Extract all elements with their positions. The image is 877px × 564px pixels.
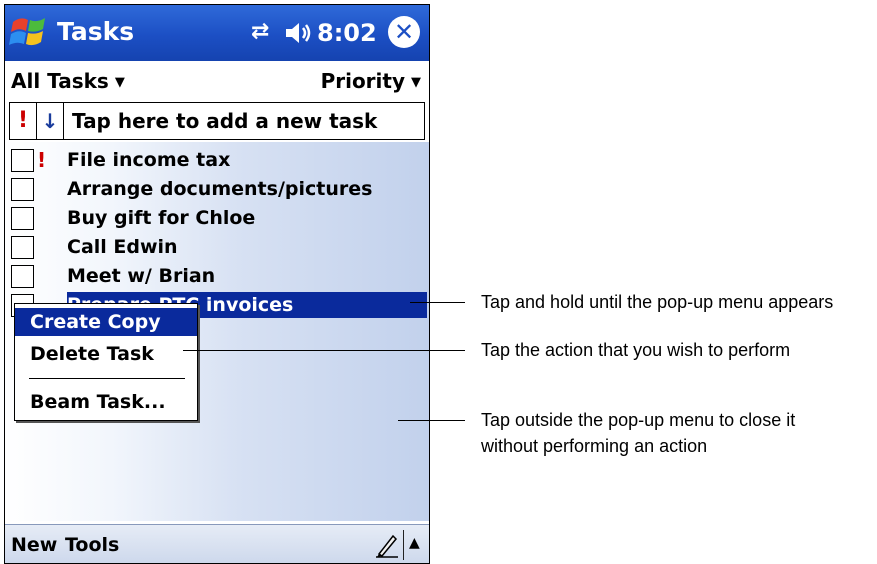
list-item[interactable]: Call Edwin [5,233,429,262]
sort-dropdown[interactable]: Priority ▼ [321,68,421,96]
chevron-down-icon: ▼ [114,75,125,90]
sip-divider [403,530,404,560]
callout-tap-hold: Tap and hold until the pop-up menu appea… [481,292,834,312]
context-menu: Create Copy Delete Task Beam Task... [14,303,198,421]
list-item[interactable]: Arrange documents/pictures [5,175,429,204]
task-checkbox[interactable] [11,236,34,259]
tools-menu[interactable]: Tools [65,533,119,557]
entry-bar: ! ↓ Tap here to add a new task [9,102,425,140]
sip-up-arrow-icon[interactable]: ▲ [409,533,420,553]
menu-item-delete-task[interactable]: Delete Task [15,340,197,368]
title-bar: Tasks ⇄ 8:02 ✕ [5,5,429,61]
callout-leader-line [183,350,465,351]
menu-item-beam-task[interactable]: Beam Task... [15,388,197,416]
category-filter-label: All Tasks [11,69,109,93]
menu-divider [29,378,185,379]
task-checkbox[interactable] [11,149,34,172]
callout-tap-outside-line1: Tap outside the pop-up menu to close it [481,410,796,430]
callout-leader-line [410,302,465,303]
close-icon[interactable]: ✕ [388,16,420,48]
high-priority-icon: ! [37,148,47,172]
task-label[interactable]: Meet w/ Brian [67,263,215,289]
new-menu[interactable]: New [11,533,57,557]
category-filter-dropdown[interactable]: All Tasks ▼ [11,68,125,96]
callout-tap-outside-line2: without performing an action [481,436,708,456]
filter-bar: All Tasks ▼ Priority ▼ [5,61,429,101]
pen-input-icon[interactable] [375,532,399,558]
chevron-down-icon: ▼ [411,75,421,90]
task-checkbox[interactable] [11,207,34,230]
sort-order-button[interactable]: ↓ [37,103,64,139]
task-checkbox[interactable] [11,265,34,288]
speaker-volume-icon[interactable] [284,19,314,47]
task-label[interactable]: Buy gift for Chloe [67,205,255,231]
connectivity-arrows-icon[interactable]: ⇄ [251,19,269,45]
new-task-input[interactable]: Tap here to add a new task [72,107,377,135]
callout-leader-line [398,420,465,421]
list-item[interactable]: Meet w/ Brian [5,262,429,291]
task-checkbox[interactable] [11,178,34,201]
list-item[interactable]: Buy gift for Chloe [5,204,429,233]
bottom-menu-bar: New Tools ▲ [5,524,429,563]
priority-button[interactable]: ! [10,103,37,139]
task-label[interactable]: File income tax [67,147,230,173]
callout-tap-action: Tap the action that you wish to perform [481,340,791,360]
menu-item-create-copy[interactable]: Create Copy [15,308,197,336]
task-label[interactable]: Arrange documents/pictures [67,176,372,202]
list-item[interactable]: ! File income tax [5,146,429,175]
pocket-pc-screen: Tasks ⇄ 8:02 ✕ All Tasks ▼ Priority ▼ ! ↓ … [4,4,430,564]
sort-label: Priority [320,69,405,93]
windows-start-flag-icon[interactable] [9,14,49,52]
clock[interactable]: 8:02 [317,17,377,49]
task-label[interactable]: Call Edwin [67,234,178,260]
app-title: Tasks [57,17,135,46]
